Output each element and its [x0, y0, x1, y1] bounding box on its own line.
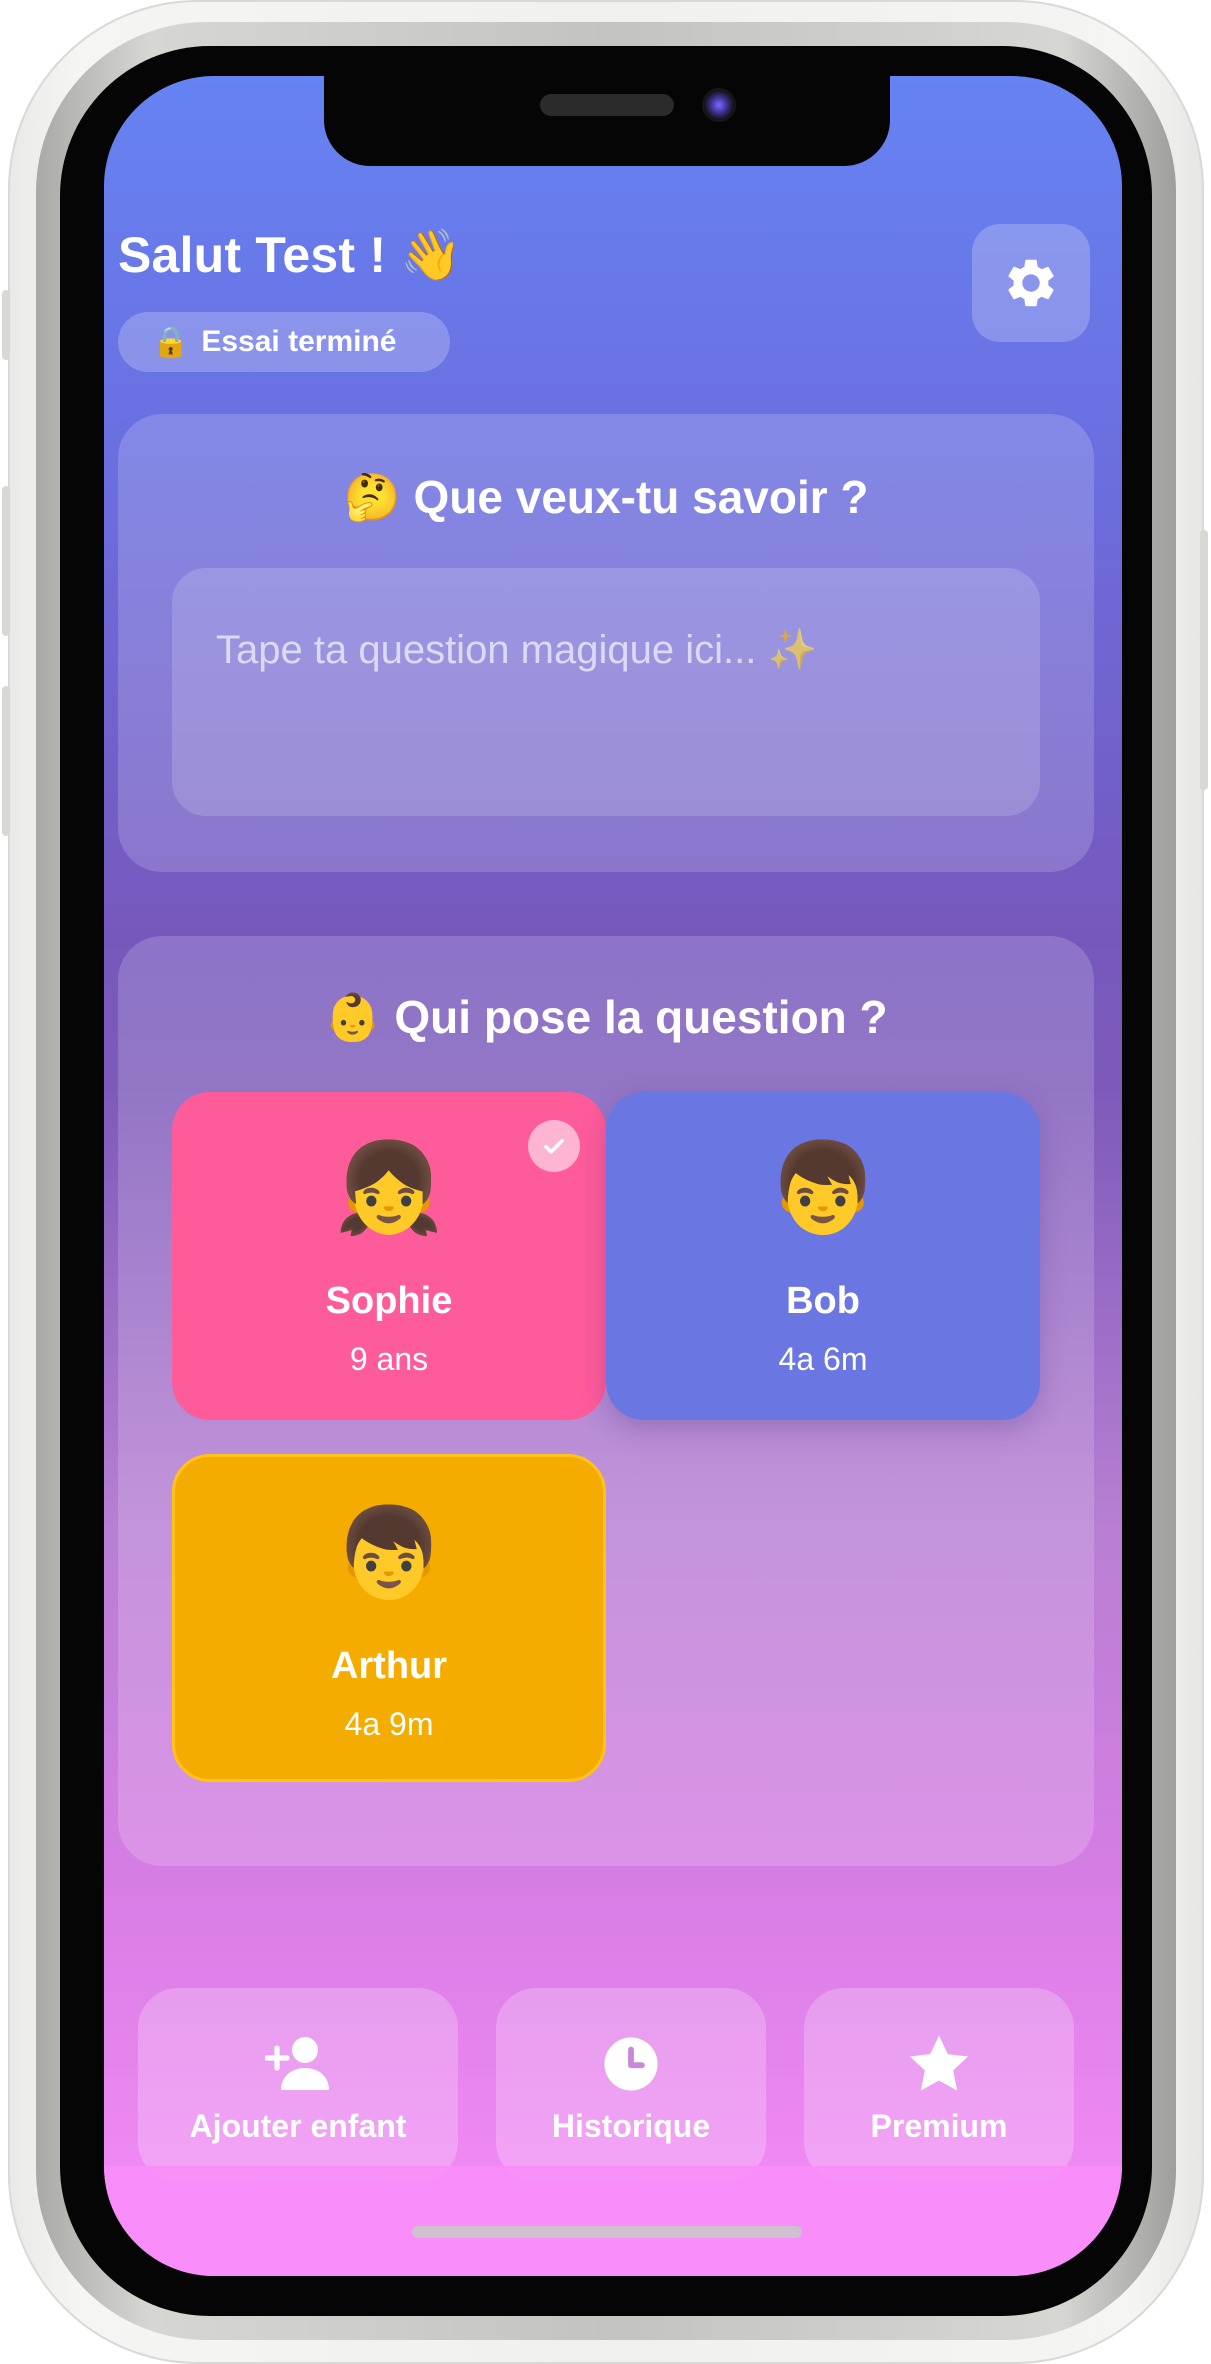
child-name: Bob	[786, 1280, 860, 1322]
child-age: 4a 6m	[778, 1341, 868, 1377]
question-card: 🤔 Que veux-tu savoir ?	[118, 414, 1094, 872]
home-indicator[interactable]	[412, 2226, 802, 2238]
star-icon	[909, 2035, 969, 2091]
lock-icon: 🔒	[152, 325, 190, 359]
greeting-title: Salut Test ! 👋	[118, 227, 463, 283]
child-selector-title: 👶 Qui pose la question ?	[324, 991, 888, 1043]
speaker	[540, 94, 674, 116]
side-button-power	[1200, 530, 1208, 790]
child-avatar-icon: 👦	[334, 1503, 444, 1602]
child-selector-card: 👶 Qui pose la question ? 👧 Sophie 9 ans …	[118, 936, 1094, 1866]
side-button-volume-down	[2, 686, 10, 836]
app-screen: Salut Test ! 👋 🔒 Essai terminé 🤔 Que veu…	[104, 76, 1122, 2276]
clock-icon	[604, 2037, 658, 2091]
selected-check-icon	[528, 1120, 580, 1172]
camera	[702, 88, 736, 122]
history-label: Historique	[551, 2108, 711, 2144]
child-card-bob[interactable]: 👦 Bob 4a 6m	[606, 1092, 1040, 1420]
question-input[interactable]	[172, 568, 1040, 816]
child-avatar-icon: 👧	[334, 1138, 444, 1237]
bottom-fade	[104, 2166, 1122, 2276]
add-child-label: Ajouter enfant	[189, 2108, 407, 2144]
child-name: Arthur	[330, 1645, 448, 1687]
add-user-icon	[265, 2037, 329, 2090]
history-button[interactable]: Historique	[496, 1988, 766, 2182]
notch	[324, 76, 890, 166]
side-button-volume-up	[2, 486, 10, 636]
child-card-sophie[interactable]: 👧 Sophie 9 ans	[172, 1092, 606, 1420]
child-age: 4a 9m	[344, 1706, 434, 1742]
premium-label: Premium	[870, 2108, 1008, 2144]
trial-status-label: Essai terminé	[201, 325, 397, 358]
settings-button[interactable]	[972, 224, 1090, 342]
trial-status-badge: 🔒 Essai terminé	[118, 312, 450, 372]
add-child-button[interactable]: Ajouter enfant	[138, 1988, 458, 2182]
child-name: Sophie	[325, 1280, 453, 1322]
child-avatar-icon: 👦	[768, 1138, 878, 1237]
child-age: 9 ans	[349, 1341, 429, 1377]
premium-button[interactable]: Premium	[804, 1988, 1074, 2182]
side-button-mute	[2, 290, 10, 360]
question-card-title: 🤔 Que veux-tu savoir ?	[343, 471, 869, 523]
child-card-arthur[interactable]: 👦 Arthur 4a 9m	[172, 1454, 606, 1782]
gear-icon	[1008, 259, 1054, 307]
